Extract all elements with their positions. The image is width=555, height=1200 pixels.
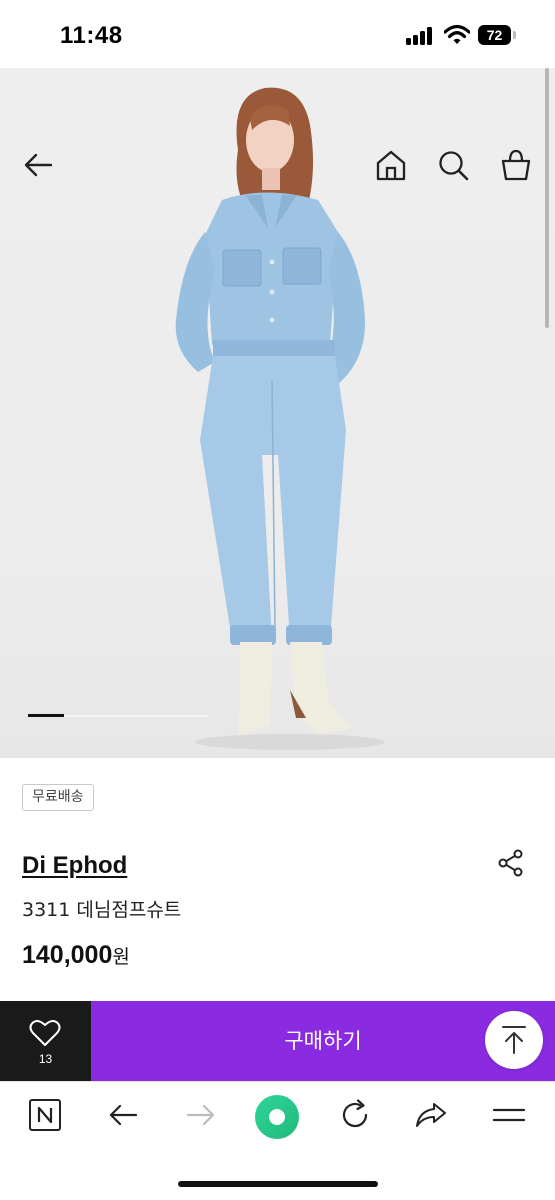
status-time: 11:48: [60, 22, 123, 49]
signal-icon: [406, 27, 436, 45]
home-indicator: [178, 1181, 378, 1187]
green-dot-icon[interactable]: [254, 1094, 300, 1140]
share-arrow-icon[interactable]: [414, 1098, 448, 1132]
purchase-bar: 13 구매하기: [0, 1001, 555, 1081]
carousel-indicator: [28, 714, 64, 717]
share-icon[interactable]: [496, 848, 526, 878]
page-scrollbar[interactable]: [545, 68, 549, 328]
menu-icon[interactable]: [492, 1098, 526, 1132]
price-value: 140,000: [22, 941, 113, 969]
brand-link[interactable]: Di Ephod: [22, 852, 127, 880]
search-icon[interactable]: [436, 148, 470, 182]
free-shipping-badge: 무료배송: [22, 784, 94, 811]
price-currency: 원: [112, 946, 130, 968]
like-button[interactable]: 13: [0, 1001, 91, 1081]
status-bar: 11:48 72: [0, 0, 555, 68]
arrow-up-icon: [502, 1026, 526, 1054]
product-name: 3311 데님점프슈트: [22, 899, 182, 921]
scroll-top-button[interactable]: [485, 1011, 543, 1069]
product-image[interactable]: [0, 68, 555, 758]
refresh-icon[interactable]: [338, 1098, 372, 1132]
back-arrow-icon[interactable]: [21, 148, 55, 182]
shopping-bag-icon[interactable]: [499, 148, 533, 182]
like-count: 13: [38, 1052, 53, 1066]
battery-level: 72: [478, 25, 511, 45]
battery-icon: 72: [478, 25, 516, 45]
home-icon[interactable]: [374, 148, 408, 182]
model-photo: [175, 87, 385, 750]
wifi-icon: [444, 24, 470, 44]
naver-n-icon[interactable]: [28, 1098, 62, 1132]
product-price: 140,000원: [22, 941, 130, 970]
forward-icon[interactable]: [184, 1098, 218, 1132]
back-icon[interactable]: [106, 1098, 140, 1132]
heart-icon: [29, 1019, 61, 1046]
